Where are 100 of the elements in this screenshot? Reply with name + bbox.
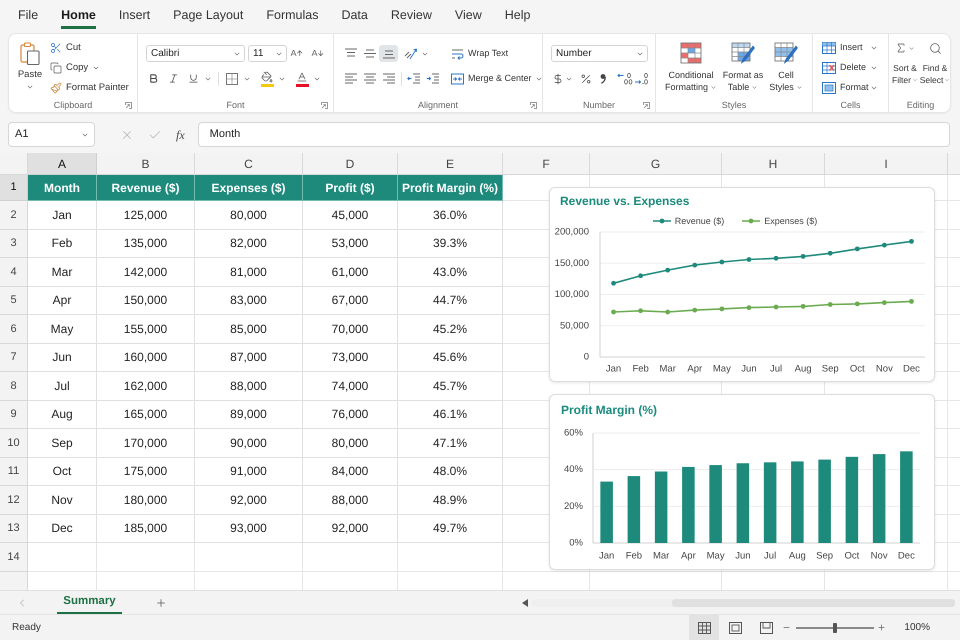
- caret-icon: [870, 84, 878, 92]
- indent-right-icon[interactable]: [426, 72, 440, 85]
- axis-tick-label: 150,000: [554, 258, 589, 269]
- row-header[interactable]: 1: [0, 175, 28, 201]
- scroll-left-arrow-icon[interactable]: [522, 598, 528, 606]
- column-header[interactable]: H: [722, 153, 825, 175]
- cell-styles-button[interactable]: Cell Styles: [765, 42, 807, 98]
- align-right-icon[interactable]: [382, 72, 396, 85]
- table-cell: 90,000: [195, 429, 303, 458]
- column-header[interactable]: C: [195, 153, 303, 175]
- grid-fill-icon: [822, 82, 836, 94]
- merge-center-button[interactable]: Merge & Center: [449, 70, 545, 87]
- cut-button[interactable]: Cut: [50, 38, 129, 58]
- decimal-right-arrow-icon[interactable]: [634, 72, 650, 85]
- row-header[interactable]: 7: [0, 344, 28, 372]
- table-cell: 46.1%: [398, 400, 503, 429]
- font-size-dropdown[interactable]: 11: [248, 45, 287, 62]
- copy-button[interactable]: Copy: [50, 58, 129, 78]
- column-header[interactable]: E: [398, 153, 503, 175]
- dialog-launcher-icon[interactable]: [530, 102, 537, 108]
- row-header[interactable]: 5: [0, 286, 28, 315]
- column-header[interactable]: I: [825, 153, 948, 175]
- align-left-icon[interactable]: [344, 72, 358, 85]
- data-point: [611, 310, 616, 314]
- row-header[interactable]: 11: [0, 458, 28, 486]
- row-header[interactable]: 14: [0, 543, 28, 572]
- format-cells-button[interactable]: Format: [822, 78, 878, 98]
- insert-cells-button[interactable]: Insert: [822, 38, 878, 58]
- menu-tab[interactable]: File: [18, 5, 38, 29]
- align-center-icon[interactable]: [362, 72, 376, 85]
- number-format-dropdown[interactable]: Number: [551, 45, 648, 62]
- delete-cells-button[interactable]: Delete: [822, 58, 878, 78]
- format-as-table-button[interactable]: Format as Table: [721, 42, 765, 98]
- bold-icon[interactable]: [148, 73, 158, 84]
- borders-icon[interactable]: [226, 72, 238, 84]
- zoom-slider[interactable]: [796, 622, 874, 632]
- column-header[interactable]: G: [590, 153, 722, 175]
- row-header[interactable]: 2: [0, 201, 28, 230]
- menu-tab[interactable]: View: [454, 5, 482, 29]
- letter-a-icon[interactable]: [295, 70, 309, 86]
- row-header[interactable]: 4: [0, 258, 28, 286]
- dialog-launcher-icon[interactable]: [321, 102, 328, 108]
- format-painter-button[interactable]: Format Painter: [50, 78, 129, 98]
- italic-icon[interactable]: [168, 73, 178, 84]
- insert-function-button[interactable]: fx: [176, 126, 185, 144]
- menu-tab[interactable]: Insert: [118, 5, 150, 29]
- menu-tab[interactable]: Data: [341, 5, 368, 29]
- menu-tab[interactable]: Home: [61, 5, 96, 29]
- table-cell: Jun: [28, 344, 97, 372]
- column-header[interactable]: D: [303, 153, 398, 175]
- plus-icon[interactable]: [877, 623, 886, 632]
- name-box[interactable]: A1: [8, 122, 95, 147]
- data-point: [746, 257, 752, 262]
- table-cell: 150,000: [97, 286, 195, 315]
- find-select-button[interactable]: Find & Select: [920, 40, 950, 98]
- dialog-launcher-icon[interactable]: [643, 102, 650, 108]
- diagonal-arrow-icon[interactable]: [404, 47, 418, 60]
- data-point: [800, 304, 806, 309]
- table-cell: 88,000: [303, 486, 398, 514]
- menu-tab[interactable]: Page Layout: [173, 5, 244, 29]
- caret-icon: [870, 44, 878, 52]
- dollar-icon[interactable]: [552, 72, 564, 84]
- dialog-launcher-icon[interactable]: [125, 102, 132, 108]
- table-cell: 91,000: [195, 458, 303, 486]
- font-name-dropdown[interactable]: Calibri: [146, 45, 245, 62]
- category-label: Oct: [844, 550, 860, 562]
- wrap-text-button[interactable]: Wrap Text: [449, 45, 545, 62]
- indent-left-icon[interactable]: [406, 72, 420, 85]
- formula-field[interactable]: Month: [198, 122, 950, 147]
- comma-icon[interactable]: [600, 73, 606, 84]
- decimal-left-arrow-icon[interactable]: [617, 72, 633, 85]
- column-header[interactable]: B: [97, 153, 195, 175]
- row-header[interactable]: 6: [0, 315, 28, 344]
- paint-bucket-icon[interactable]: [260, 70, 274, 86]
- table-cell: 45.7%: [398, 372, 503, 400]
- row-header[interactable]: 12: [0, 486, 28, 514]
- conditional-formatting-button[interactable]: Conditional Formatting: [661, 42, 721, 98]
- row-header[interactable]: 8: [0, 372, 28, 400]
- category-label: May: [712, 364, 731, 374]
- paste-button[interactable]: Paste: [16, 38, 44, 98]
- row-header[interactable]: 10: [0, 429, 28, 458]
- menu-tab[interactable]: Review: [390, 5, 432, 29]
- plus-icon[interactable]: [155, 596, 167, 608]
- column-header[interactable]: A: [28, 153, 97, 175]
- menu-tab[interactable]: Help: [504, 5, 530, 29]
- menu-tab[interactable]: Formulas: [266, 5, 318, 29]
- underline-icon[interactable]: [188, 73, 198, 84]
- normal-view-button[interactable]: [689, 615, 720, 640]
- row-header[interactable]: 13: [0, 514, 28, 543]
- percent-icon[interactable]: [580, 72, 592, 84]
- group-label: Clipboard: [54, 100, 92, 110]
- zoom-slider-thumb[interactable]: [833, 622, 838, 632]
- row-header[interactable]: 9: [0, 400, 28, 429]
- vertical-align-button[interactable]: [379, 45, 398, 62]
- column-header[interactable]: F: [503, 153, 590, 175]
- sort-filter-button[interactable]: Sort & Filter: [892, 62, 918, 86]
- table-header-cell: Profit Margin (%): [398, 175, 503, 201]
- row-header[interactable]: 3: [0, 230, 28, 258]
- category-label: Apr: [680, 550, 696, 562]
- table-cell: 175,000: [97, 458, 195, 486]
